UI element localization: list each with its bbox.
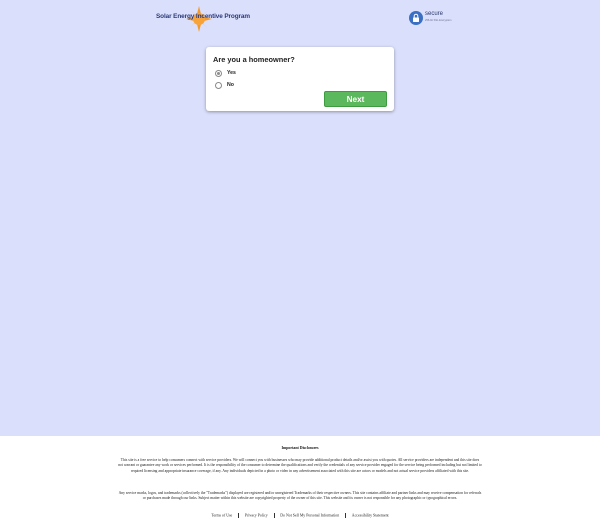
- radio-yes[interactable]: [215, 69, 222, 77]
- accessibility-statement-link[interactable]: Accessibility Statement: [352, 513, 389, 517]
- disclosure-title: Important Disclosures: [281, 446, 319, 450]
- do-not-sell-link[interactable]: Do Not Sell My Personal Information: [280, 513, 339, 517]
- footer: Important Disclosures This site is a fre…: [0, 436, 600, 532]
- option-yes-label: Yes: [227, 70, 236, 76]
- question-title: Are you a homeowner?: [213, 55, 295, 64]
- privacy-policy-link[interactable]: Privacy Policy: [245, 513, 268, 517]
- logo-text: Solar Energy Incentive Program: [156, 13, 250, 20]
- option-no[interactable]: No: [215, 81, 234, 89]
- question-card: Are you a homeowner? Yes No Next: [206, 47, 394, 111]
- disclosure-paragraph-1: This site is a free service to help cons…: [118, 458, 482, 473]
- radio-no[interactable]: [215, 81, 222, 89]
- lock-icon: [409, 11, 423, 25]
- link-divider: [238, 513, 239, 518]
- option-no-label: No: [227, 82, 234, 88]
- next-button[interactable]: Next: [324, 91, 387, 107]
- page-background: Solar Energy Incentive Program secure 25…: [0, 0, 600, 436]
- disclosure-paragraph-2: Any service marks, logos, and trademarks…: [118, 491, 482, 501]
- terms-of-use-link[interactable]: Terms of Use: [211, 513, 232, 517]
- link-divider: [273, 513, 275, 518]
- link-divider: [345, 513, 346, 518]
- option-yes[interactable]: Yes: [215, 69, 236, 77]
- footer-links: Terms of Use Privacy Policy Do Not Sell My…: [0, 513, 600, 518]
- secure-badge: secure 256-bit SSL Encryption: [409, 11, 451, 27]
- secure-label: secure: [425, 11, 444, 17]
- secure-subtext: 256-bit SSL Encryption: [425, 19, 452, 22]
